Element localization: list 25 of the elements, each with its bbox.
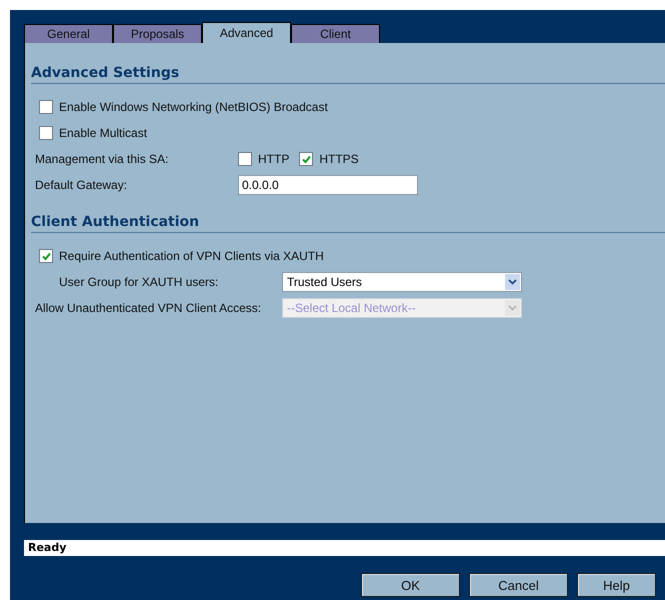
checkbox-label: Enable Multicast	[59, 126, 148, 140]
field-label: Management via this SA:	[35, 152, 170, 166]
checkbox-label: Require Authentication of VPN Clients via XAUTH	[59, 249, 324, 263]
checkbox-label: Enable Windows Networking (NetBIOS) Broadcast	[59, 100, 328, 114]
tab[interactable]: General	[24, 24, 113, 43]
section-heading: Advanced Settings	[31, 65, 665, 84]
field-label: User Group for XAUTH users:	[59, 275, 220, 289]
checkbox[interactable]	[238, 152, 252, 166]
tab[interactable]: Client	[291, 24, 380, 43]
field-label: Default Gateway:	[35, 178, 128, 192]
gateway-field[interactable]: 0.0.0.0	[238, 175, 418, 195]
checkbox[interactable]	[299, 152, 314, 166]
tab[interactable]: Proposals	[113, 24, 202, 43]
chevron-down-icon	[505, 300, 520, 316]
checkbox[interactable]	[39, 100, 53, 114]
tab[interactable]: Advanced	[202, 22, 291, 43]
checkbox-label: HTTPS	[319, 152, 359, 166]
field-label: Allow Unauthenticated VPN Client Access:	[35, 301, 262, 315]
checkbox-label: HTTP	[258, 152, 290, 166]
status-text: Ready	[28, 541, 66, 554]
dropdown[interactable]: Trusted Users	[282, 272, 522, 292]
checkbox[interactable]	[39, 126, 53, 140]
checkbox[interactable]	[39, 249, 53, 263]
section-heading: Client Authentication	[31, 214, 665, 233]
chevron-down-icon	[505, 274, 520, 290]
